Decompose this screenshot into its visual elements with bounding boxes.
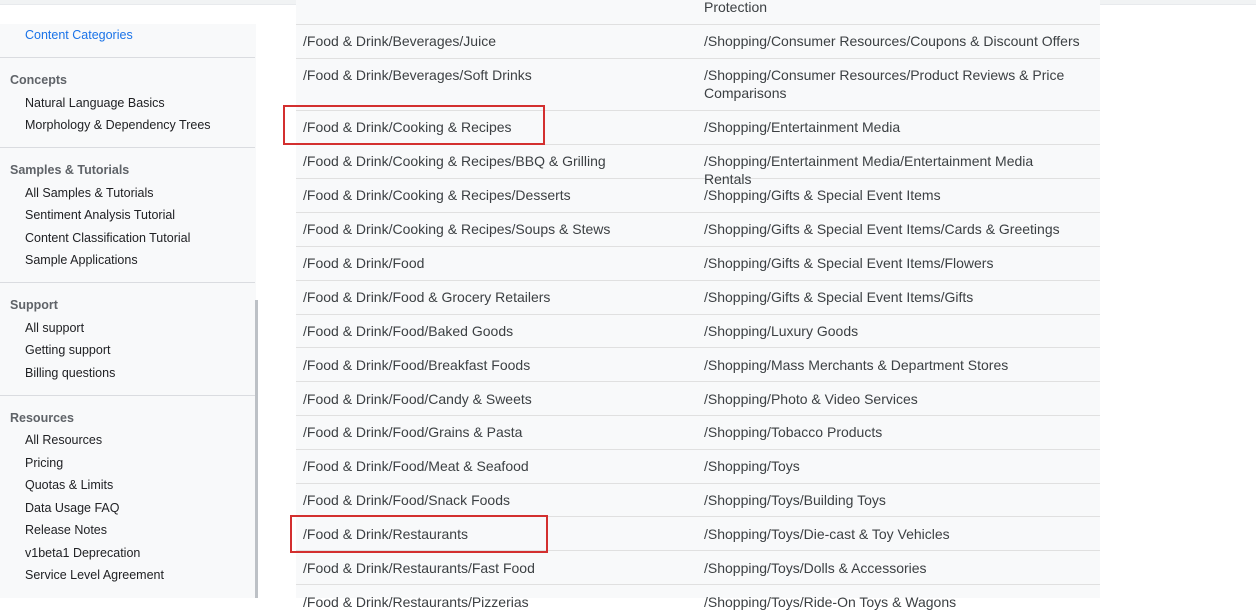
table-cell-shopping: /Shopping/Entertainment Media — [704, 119, 901, 135]
sidebar-item-getting-support[interactable]: Getting support — [25, 343, 110, 357]
table-row-divider — [296, 212, 1100, 213]
highlight-box — [283, 105, 545, 145]
sidebar-item-content-categories[interactable]: Content Categories — [25, 28, 133, 42]
table-cell-shopping: /Shopping/Mass Merchants & Department St… — [704, 357, 1009, 373]
table-cell-food-drink: /Food & Drink/Cooking & Recipes/BBQ & Gr… — [303, 153, 606, 169]
table-row-divider — [296, 449, 1100, 450]
table-cell-food-drink: /Food & Drink/Food & Grocery Retailers — [303, 289, 551, 305]
table-row-divider — [296, 246, 1100, 247]
table-row-divider — [296, 58, 1100, 59]
table-cell-shopping: /Shopping/Toys/Ride-On Toys & Wagons — [704, 594, 957, 610]
sidebar-divider — [0, 147, 255, 148]
table-cell-shopping: /Shopping/Luxury Goods — [704, 323, 859, 339]
table-cell-food-drink: /Food & Drink/Beverages/Soft Drinks — [303, 67, 532, 83]
table-cell-food-drink: /Food & Drink/Restaurants/Fast Food — [303, 560, 535, 576]
table-cell-shopping: /Shopping/Gifts & Special Event Items/Ca… — [704, 221, 1060, 237]
highlight-box — [290, 515, 548, 553]
table-cell-food-drink: /Food & Drink/Food/Snack Foods — [303, 492, 510, 508]
table-cell-food-drink: /Food & Drink/Food/Candy & Sweets — [303, 391, 532, 407]
table-cell-shopping: /Shopping/Toys/Building Toys — [704, 492, 886, 508]
table-cell-shopping: /Shopping/Consumer Resources/Product Rev… — [704, 67, 1065, 101]
table-cell-food-drink: /Food & Drink/Cooking & Recipes/Desserts — [303, 187, 571, 203]
table-row-divider — [296, 415, 1100, 416]
table-cell: Protection — [704, 0, 768, 15]
table-cell-food-drink: /Food & Drink/Food/Breakfast Foods — [303, 357, 531, 373]
sidebar-item-natural-language-basics[interactable]: Natural Language Basics — [25, 96, 165, 110]
table-cell-food-drink: /Food & Drink/Food/Grains & Pasta — [303, 424, 523, 440]
sidebar-item-all-support[interactable]: All support — [25, 321, 84, 335]
sidebar-item-sentiment-tutorial[interactable]: Sentiment Analysis Tutorial — [25, 208, 175, 222]
sidebar-item-classification-tutorial[interactable]: Content Classification Tutorial — [25, 231, 190, 245]
sidebar-section-concepts: Concepts — [10, 73, 67, 87]
sidebar-item-billing-questions[interactable]: Billing questions — [25, 366, 115, 380]
table-cell-shopping: /Shopping/Photo & Video Services — [704, 391, 918, 407]
sidebar-item-quotas-limits[interactable]: Quotas & Limits — [25, 478, 113, 492]
table-row-divider — [296, 347, 1100, 348]
table-cell-shopping: /Shopping/Gifts & Special Event Items/Gi… — [704, 289, 974, 305]
sidebar-item-sample-applications[interactable]: Sample Applications — [25, 253, 138, 267]
table-row-divider — [296, 483, 1100, 484]
table-cell-food-drink: /Food & Drink/Restaurants/Pizzerias — [303, 594, 529, 610]
table-cell-food-drink: /Food & Drink/Cooking & Recipes/Soups & … — [303, 221, 611, 237]
sidebar-section-resources: Resources — [10, 411, 74, 425]
sidebar-divider — [0, 395, 255, 396]
sidebar-item-pricing[interactable]: Pricing — [25, 456, 63, 470]
table-cell-shopping: /Shopping/Gifts & Special Event Items/Fl… — [704, 255, 994, 271]
table-cell-food-drink: /Food & Drink/Beverages/Juice — [303, 33, 496, 49]
table-row-divider — [296, 314, 1100, 315]
table-row-divider — [296, 381, 1100, 382]
table-cell-food-drink: /Food & Drink/Food/Baked Goods — [303, 323, 514, 339]
sidebar-item-release-notes[interactable]: Release Notes — [25, 523, 107, 537]
sidebar-item-data-usage-faq[interactable]: Data Usage FAQ — [25, 501, 120, 515]
table-cell-shopping: /Shopping/Toys/Die-cast & Toy Vehicles — [704, 526, 950, 542]
table-cell-shopping: /Shopping/Entertainment Media/Entertainm… — [704, 153, 1034, 187]
sidebar-item-sla[interactable]: Service Level Agreement — [25, 568, 164, 582]
table-cell-shopping: /Shopping/Consumer Resources/Coupons & D… — [704, 33, 1080, 49]
table-cell-food-drink: /Food & Drink/Food — [303, 255, 425, 271]
sidebar-divider — [0, 57, 255, 58]
sidebar-item-v1beta1-deprecation[interactable]: v1beta1 Deprecation — [25, 546, 140, 560]
sidebar-section-samples: Samples & Tutorials — [10, 163, 130, 177]
table-row-divider — [296, 280, 1100, 281]
table-cell-shopping: /Shopping/Tobacco Products — [704, 424, 883, 440]
sidebar-scrollbar[interactable] — [255, 300, 258, 598]
sidebar-item-all-samples[interactable]: All Samples & Tutorials — [25, 186, 154, 200]
sidebar-item-all-resources[interactable]: All Resources — [25, 433, 102, 447]
table-row-divider — [296, 24, 1100, 25]
sidebar-item-morphology[interactable]: Morphology & Dependency Trees — [25, 118, 211, 132]
table-cell-shopping: /Shopping/Toys/Dolls & Accessories — [704, 560, 927, 576]
table-cell-shopping: /Shopping/Gifts & Special Event Items — [704, 187, 941, 203]
sidebar-section-support: Support — [10, 298, 58, 312]
table-row-divider — [296, 584, 1100, 585]
table-cell-food-drink: /Food & Drink/Food/Meat & Seafood — [303, 458, 529, 474]
sidebar-divider — [0, 282, 255, 283]
table-cell-shopping: /Shopping/Toys — [704, 458, 800, 474]
